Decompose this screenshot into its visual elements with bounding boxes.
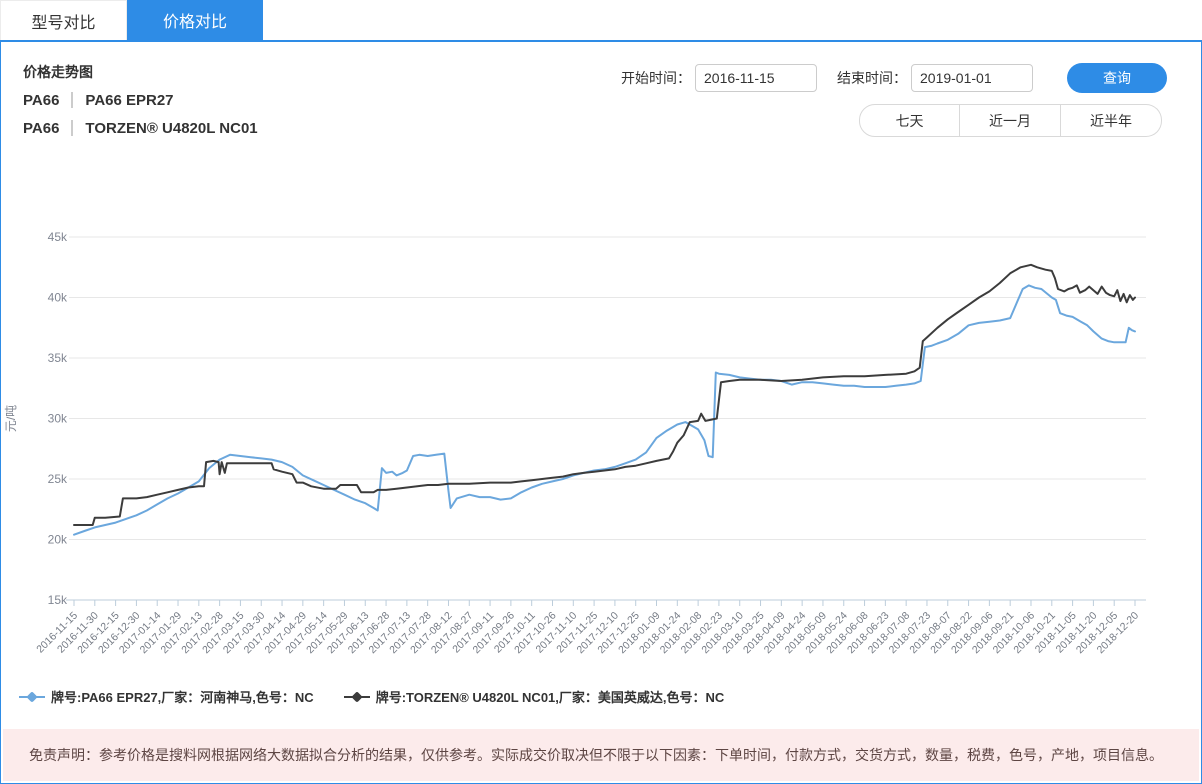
- legend-marker-icon: [19, 690, 45, 703]
- product-row: PA66 PA66 EPR27: [23, 86, 258, 114]
- page-title: 价格走势图: [23, 64, 93, 80]
- legend-item-0[interactable]: 牌号:PA66 EPR27,厂家：河南神马,色号：NC: [19, 687, 314, 706]
- price-trend-chart-svg: 45k40k35k30k25k20k15k元/吨2016-11-152016-1…: [4, 230, 1146, 656]
- product-row: PA66 TORZEN® U4820L NC01: [23, 114, 258, 142]
- range-button-1[interactable]: 近一月: [960, 104, 1061, 137]
- disclaimer-bar: 免责声明：参考价格是搜料网根据网络大数据拟合分析的结果，仅供参考。实际成交价取决…: [3, 729, 1199, 781]
- legend-label: 牌号:TORZEN® U4820L NC01,厂家：美国英威达,色号：NC: [375, 690, 725, 705]
- range-button-0[interactable]: 七天: [859, 104, 960, 137]
- product-name: TORZEN® U4820L NC01: [85, 119, 258, 137]
- y-axis-label: 45k: [48, 230, 68, 244]
- y-axis-title: 元/吨: [4, 405, 18, 432]
- range-button-2[interactable]: 近半年: [1061, 104, 1162, 137]
- product-list: PA66 PA66 EPR27 PA66 TORZEN® U4820L NC01: [23, 86, 258, 142]
- chart-legend: 牌号:PA66 EPR27,厂家：河南神马,色号：NC 牌号:TORZEN® U4…: [19, 687, 724, 706]
- y-axis-label: 20k: [48, 533, 68, 547]
- product-name: PA66 EPR27: [85, 91, 174, 109]
- query-button[interactable]: 查询: [1067, 63, 1167, 93]
- legend-item-1[interactable]: 牌号:TORZEN® U4820L NC01,厂家：美国英威达,色号：NC: [343, 687, 725, 706]
- price-comparison-page: 型号对比 价格对比 价格走势图 PA66 PA66 EPR27 PA66 TORZEN…: [0, 0, 1202, 784]
- series-line-1: [73, 263, 1136, 526]
- y-axis-label: 25k: [48, 472, 68, 486]
- product-category: PA66: [23, 119, 60, 137]
- price-compare-panel: 价格走势图 PA66 PA66 EPR27 PA66 TORZEN® U4820L N…: [0, 40, 1202, 784]
- tab-price-compare[interactable]: 价格对比: [127, 0, 263, 40]
- tab-bar: 型号对比 价格对比: [0, 0, 1202, 40]
- end-time-label: 结束时间：: [837, 70, 907, 86]
- start-time-label: 开始时间：: [621, 70, 691, 86]
- series-line-0: [73, 284, 1136, 536]
- price-trend-chart: 45k 40k 35k 30k 25k 20k 15k 元/吨 2016-11-15 2016-1…: [1, 157, 1199, 702]
- product-category: PA66: [23, 91, 60, 109]
- date-controls: 开始时间： 结束时间： 查询: [621, 63, 1167, 93]
- tab-model-compare[interactable]: 型号对比: [0, 0, 127, 40]
- divider: [71, 120, 74, 136]
- divider: [71, 92, 74, 108]
- start-date-input[interactable]: [695, 64, 817, 92]
- legend-marker-icon: [343, 690, 370, 703]
- y-axis-label: 35k: [48, 351, 68, 365]
- y-axis-label: 15k: [48, 593, 68, 607]
- legend-label: 牌号:PA66 EPR27,厂家：河南神马,色号：NC: [51, 690, 314, 705]
- disclaimer-text: 免责声明：参考价格是搜料网根据网络大数据拟合分析的结果，仅供参考。实际成交价取决…: [29, 747, 1163, 763]
- end-date-input[interactable]: [911, 64, 1033, 92]
- y-axis-label: 40k: [48, 291, 68, 305]
- y-axis-label: 30k: [48, 412, 68, 426]
- quick-range-group: 七天 近一月 近半年: [859, 104, 1162, 137]
